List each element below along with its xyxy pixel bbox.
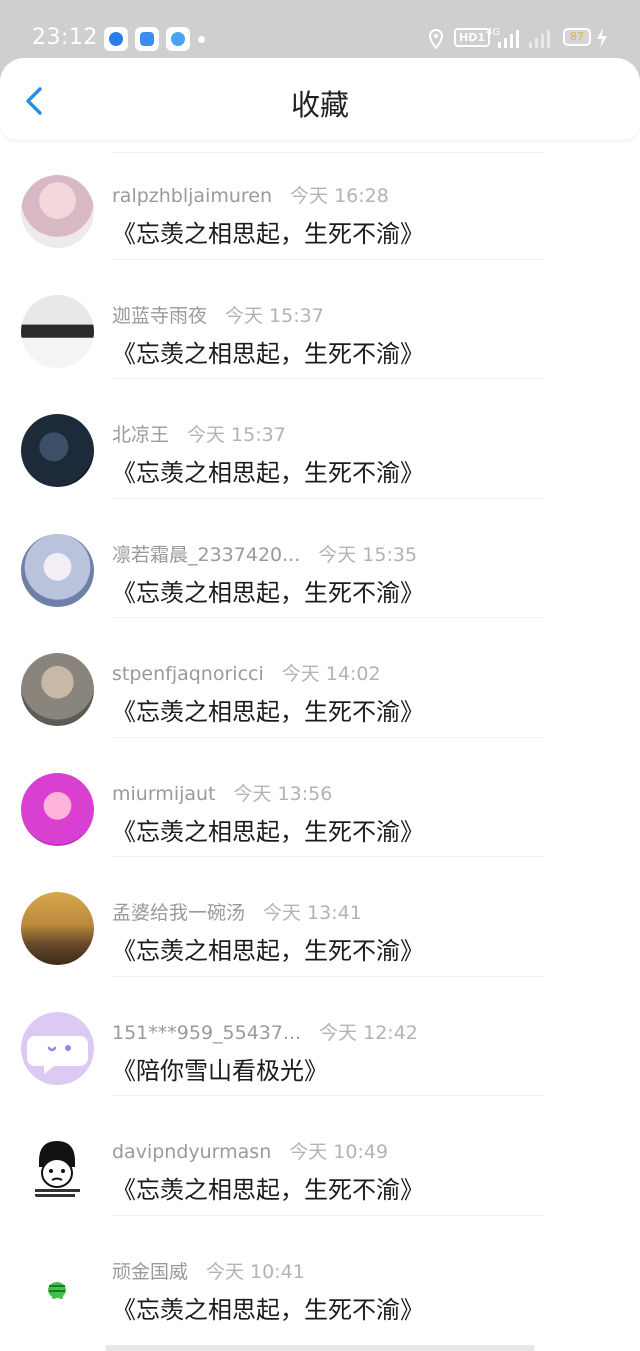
item-meta: 凛若霜晨_2337420... 今天 15:35 <box>112 540 417 567</box>
item-title: 《陪你雪山看极光》 <box>112 1056 328 1085</box>
list-item[interactable]: 北凉王 今天 15:37 《忘羡之相思起，生死不渝》 <box>0 379 640 499</box>
item-time: 今天 15:35 <box>318 543 418 566</box>
item-time: 今天 10:49 <box>289 1141 389 1163</box>
user-name: ralpzhbljaimuren <box>112 185 273 207</box>
item-meta: ralpzhbljaimuren 今天 16:28 <box>112 181 389 208</box>
item-title: 《忘羡之相思起，生死不渝》 <box>112 937 424 965</box>
user-name: miurmijaut <box>112 782 216 805</box>
item-meta: 顽金国威 今天 10:41 <box>112 1257 305 1284</box>
user-name: stpenfjaqnoricci <box>112 663 264 685</box>
avatar[interactable] <box>21 175 94 248</box>
item-meta: 北凉王 今天 15:37 <box>112 420 286 447</box>
location-icon <box>428 29 444 49</box>
avatar[interactable] <box>21 772 94 846</box>
battery-icon: 87 <box>563 28 591 46</box>
list-item[interactable]: 凛若霜晨_2337420... 今天 15:35 《忘羡之相思起，生死不渝》 <box>0 499 640 618</box>
item-title: 《忘羡之相思起，生死不渝》 <box>112 220 424 248</box>
green-character-icon <box>48 1281 66 1299</box>
avatar[interactable] <box>21 1131 94 1204</box>
list-item[interactable]: davipndyurmasn 今天 10:49 《忘羡之相思起，生死不渝》 <box>0 1096 640 1216</box>
item-meta: davipndyurmasn 今天 10:49 <box>112 1137 388 1164</box>
item-meta: stpenfjaqnoricci 今天 14:02 <box>112 659 381 686</box>
signal-2-icon <box>529 30 550 48</box>
item-time: 今天 15:37 <box>225 304 324 327</box>
item-time: 今天 12:42 <box>319 1021 418 1044</box>
item-meta: miurmijaut 今天 13:56 <box>112 779 332 806</box>
charging-icon <box>597 28 607 48</box>
list-item[interactable]: ralpzhbljaimuren 今天 16:28 《忘羡之相思起，生死不渝》 <box>0 140 640 260</box>
avatar[interactable] <box>21 414 94 487</box>
item-time: 今天 10:41 <box>206 1260 305 1283</box>
list-item[interactable]: 孟婆给我一碗汤 今天 13:41 《忘羡之相思起，生死不渝》 <box>0 857 640 977</box>
clock: 23:12 <box>32 25 98 50</box>
item-title: 《忘羡之相思起，生死不渝》 <box>112 459 424 487</box>
item-meta: 151***959_55437... 今天 12:42 <box>112 1018 418 1045</box>
meme-face-icon <box>35 1141 80 1197</box>
user-name: 151***959_55437... <box>112 1021 302 1044</box>
user-name: 顽金国威 <box>112 1260 189 1283</box>
item-time: 今天 13:41 <box>263 902 362 924</box>
favorites-list: ralpzhbljaimuren 今天 16:28 《忘羡之相思起，生死不渝》 迦… <box>0 140 640 1335</box>
signal-icon <box>498 30 519 48</box>
list-item[interactable]: 迦蓝寺雨夜 今天 15:37 《忘羡之相思起，生死不渝》 <box>0 260 640 379</box>
item-title: 《忘羡之相思起，生死不渝》 <box>112 698 424 726</box>
item-title: 《忘羡之相思起，生死不渝》 <box>112 578 424 607</box>
user-name: davipndyurmasn <box>112 1141 272 1163</box>
item-title: 《忘羡之相思起，生死不渝》 <box>112 817 424 846</box>
avatar[interactable] <box>21 294 94 368</box>
more-notifications-icon <box>198 36 205 43</box>
list-item[interactable]: 151***959_55437... 今天 12:42 《陪你雪山看极光》 <box>0 977 640 1096</box>
app-notification-icon <box>104 27 128 51</box>
list-item[interactable]: miurmijaut 今天 13:56 《忘羡之相思起，生死不渝》 <box>0 738 640 857</box>
item-time: 今天 13:56 <box>233 782 333 805</box>
user-name: 凛若霜晨_2337420... <box>112 543 301 566</box>
item-time: 今天 16:28 <box>290 185 389 207</box>
scroll-indicator <box>105 1345 535 1351</box>
user-name: 北凉王 <box>112 424 170 446</box>
item-time: 今天 15:37 <box>187 424 286 446</box>
item-meta: 孟婆给我一碗汤 今天 13:41 <box>112 898 362 925</box>
cloud-notification-icon <box>166 27 190 51</box>
avatar[interactable] <box>21 653 94 726</box>
app-header: 收藏 <box>0 58 640 140</box>
list-item[interactable]: stpenfjaqnoricci 今天 14:02 《忘羡之相思起，生死不渝》 <box>0 618 640 738</box>
page-title: 收藏 <box>290 88 349 122</box>
user-name: 迦蓝寺雨夜 <box>112 304 208 327</box>
item-title: 《忘羡之相思起，生死不渝》 <box>112 1295 424 1324</box>
hd-icon: HD1 <box>454 28 490 47</box>
user-name: 孟婆给我一碗汤 <box>112 902 246 924</box>
item-time: 今天 14:02 <box>281 663 381 685</box>
item-title: 《忘羡之相思起，生死不渝》 <box>112 339 424 368</box>
list-item[interactable]: 顽金国威 今天 10:41 《忘羡之相思起，生死不渝》 <box>0 1216 640 1336</box>
chat-bubble-icon <box>27 1035 88 1074</box>
chat-notification-icon <box>135 27 159 51</box>
item-title: 《忘羡之相思起，生死不渝》 <box>112 1176 424 1204</box>
avatar[interactable] <box>21 1011 94 1085</box>
avatar[interactable] <box>21 892 94 965</box>
avatar[interactable] <box>21 1250 94 1324</box>
avatar[interactable] <box>21 533 94 607</box>
item-meta: 迦蓝寺雨夜 今天 15:37 <box>112 301 324 328</box>
